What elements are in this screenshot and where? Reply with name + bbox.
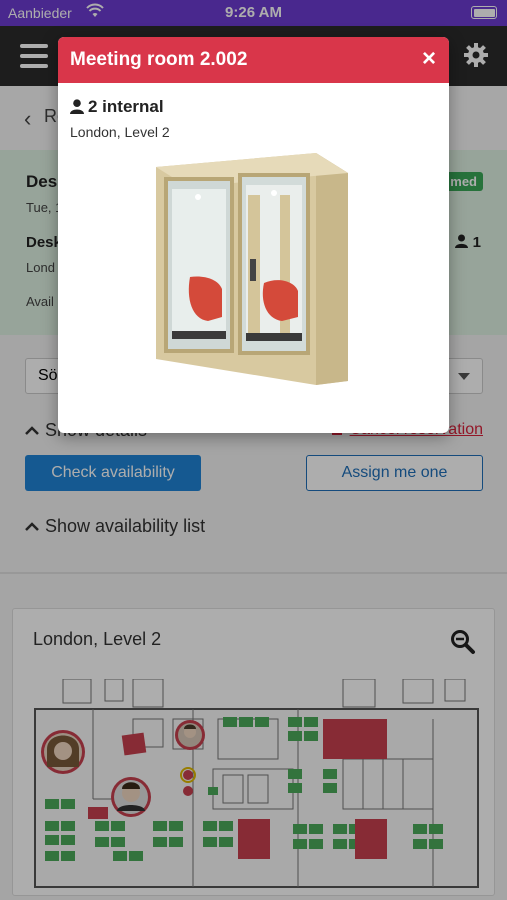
modal-title: Meeting room 2.002 <box>70 49 248 70</box>
close-icon[interactable]: × <box>419 47 439 71</box>
room-capacity: 2 internal <box>70 97 164 117</box>
room-capacity-label: 2 internal <box>88 97 164 116</box>
room-location: London, Level 2 <box>70 124 170 140</box>
modal-header: Meeting room 2.002 × <box>58 37 449 83</box>
meeting-pod-image <box>156 153 348 385</box>
room-detail-modal: Meeting room 2.002 × 2 internal London, … <box>58 37 449 433</box>
user-icon <box>70 99 84 114</box>
